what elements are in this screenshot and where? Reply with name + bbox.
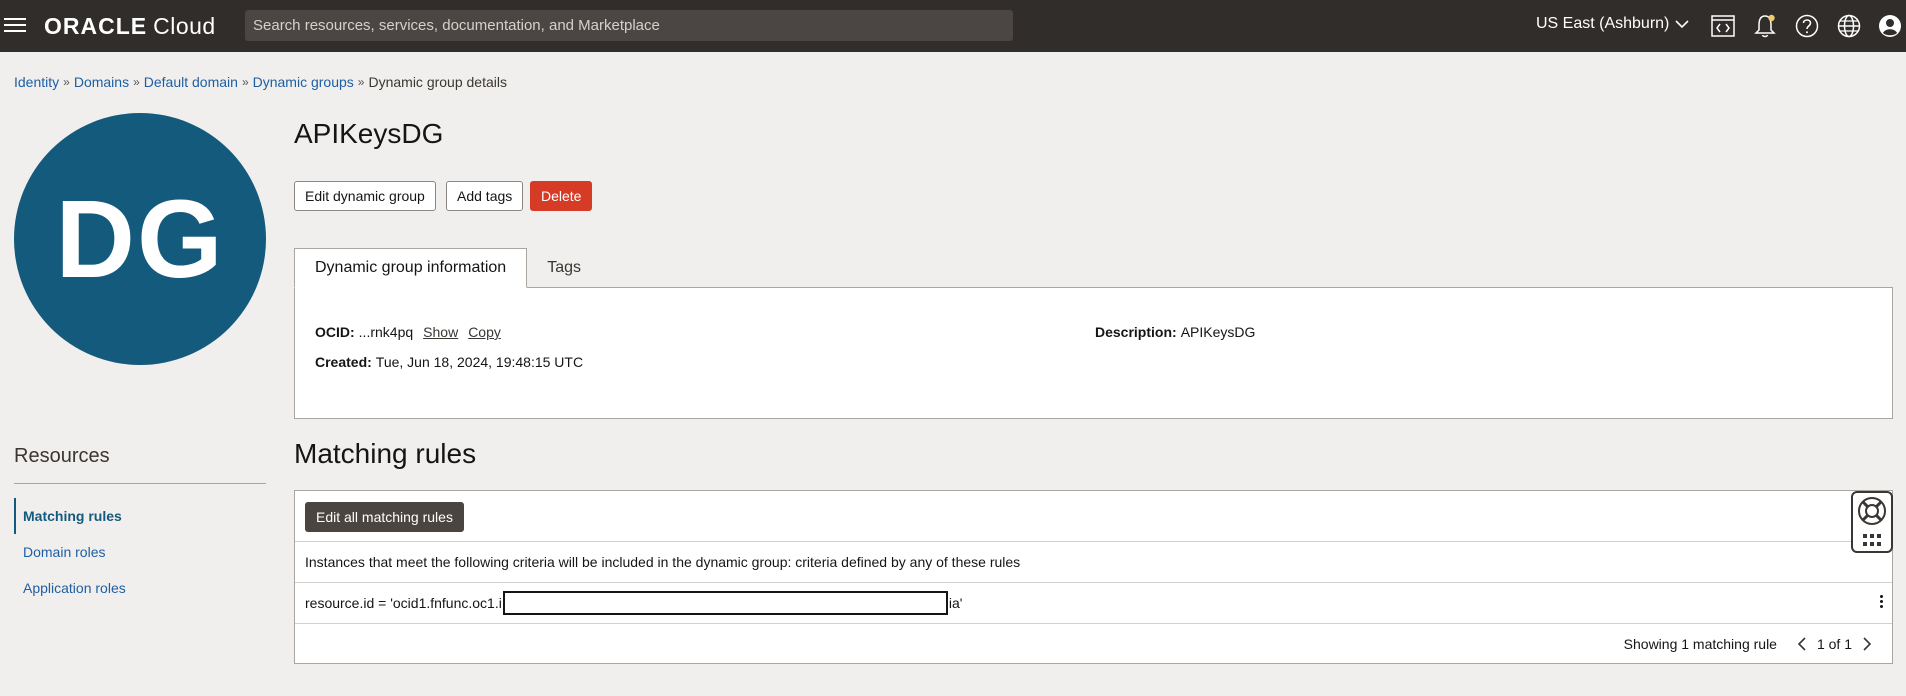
breadcrumb-identity[interactable]: Identity (14, 74, 59, 90)
breadcrumb-default-domain[interactable]: Default domain (144, 74, 238, 90)
help-icon[interactable] (1794, 13, 1820, 39)
resources-nav: Matching rules Domain roles Application … (14, 498, 266, 606)
copy-ocid-link[interactable]: Copy (468, 324, 501, 340)
region-selector[interactable]: US East (Ashburn) (1536, 15, 1689, 33)
created-value: Tue, Jun 18, 2024, 19:48:15 UTC (375, 354, 584, 370)
sidebar-item-matching-rules[interactable]: Matching rules (14, 498, 266, 534)
lifebuoy-icon (1858, 497, 1886, 525)
user-profile-icon[interactable] (1877, 13, 1903, 39)
apps-grid-icon (1863, 534, 1881, 546)
oracle-cloud-logo[interactable]: ORACLE Cloud (44, 13, 216, 40)
created-row: Created: Tue, Jun 18, 2024, 19:48:15 UTC (315, 354, 583, 370)
top-navigation-bar: ORACLE Cloud US East (Ashburn) (0, 0, 1906, 52)
edit-dynamic-group-button[interactable]: Edit dynamic group (294, 181, 436, 211)
rules-description: Instances that meet the following criter… (295, 542, 1892, 583)
description-label: Description: (1095, 324, 1177, 340)
help-widget[interactable] (1851, 491, 1893, 553)
menu-icon[interactable] (4, 14, 28, 38)
tab-dynamic-group-information[interactable]: Dynamic group information (294, 248, 528, 288)
notification-bell-icon[interactable] (1752, 13, 1778, 39)
page-indicator: 1 of 1 (1816, 635, 1852, 652)
description-value: APIKeysDG (1180, 324, 1256, 340)
matching-rules-panel: Edit all matching rules Instances that m… (294, 490, 1893, 664)
code-editor-icon[interactable] (1710, 13, 1736, 39)
breadcrumb-domains[interactable]: Domains (74, 74, 129, 90)
dynamic-group-info-panel: OCID: ...rnk4pq Show Copy Created: Tue, … (294, 287, 1893, 419)
chevron-left-icon[interactable] (1797, 636, 1807, 652)
chevron-down-icon (1675, 20, 1689, 29)
breadcrumb-dynamic-groups[interactable]: Dynamic groups (253, 74, 354, 90)
region-label: US East (Ashburn) (1536, 15, 1670, 32)
detail-tabs: Dynamic group information Tags (294, 248, 601, 288)
breadcrumb-current: Dynamic group details (368, 74, 507, 90)
ocid-value: ...rnk4pq (358, 324, 414, 340)
sidebar-item-application-roles[interactable]: Application roles (14, 570, 266, 606)
matching-rules-heading: Matching rules (294, 438, 477, 469)
redaction-box (502, 591, 948, 615)
tab-tags[interactable]: Tags (527, 248, 601, 288)
sidebar-item-domain-roles[interactable]: Domain roles (14, 534, 266, 570)
more-actions-icon[interactable] (1878, 595, 1884, 613)
showing-count: Showing 1 matching rule (1623, 635, 1777, 652)
edit-all-matching-rules-button[interactable]: Edit all matching rules (305, 502, 464, 532)
show-ocid-link[interactable]: Show (423, 324, 458, 340)
delete-button[interactable]: Delete (530, 181, 593, 211)
ocid-row: OCID: ...rnk4pq Show Copy (315, 324, 501, 340)
search-input[interactable] (245, 10, 1013, 41)
rule-text-prefix: resource.id = 'ocid1.fnfunc.oc1.i (305, 595, 502, 611)
breadcrumb: Identity » Domains » Default domain » Dy… (14, 74, 507, 90)
ocid-label: OCID: (315, 324, 355, 340)
language-globe-icon[interactable] (1836, 13, 1862, 39)
add-tags-button[interactable]: Add tags (446, 181, 524, 211)
resources-divider (14, 483, 266, 484)
avatar: DG (14, 113, 266, 365)
description-row: Description: APIKeysDG (1095, 324, 1255, 340)
created-label: Created: (315, 354, 372, 370)
table-row: resource.id = 'ocid1.fnfunc.oc1.i ia' (295, 583, 1892, 624)
page-title: APIKeysDG (294, 118, 444, 149)
chevron-right-icon[interactable] (1862, 636, 1872, 652)
resources-heading: Resources (14, 445, 110, 467)
rule-text-suffix: ia' (948, 595, 963, 611)
pagination: Showing 1 matching rule 1 of 1 (295, 624, 1892, 663)
rules-toolbar: Edit all matching rules (295, 491, 1892, 542)
